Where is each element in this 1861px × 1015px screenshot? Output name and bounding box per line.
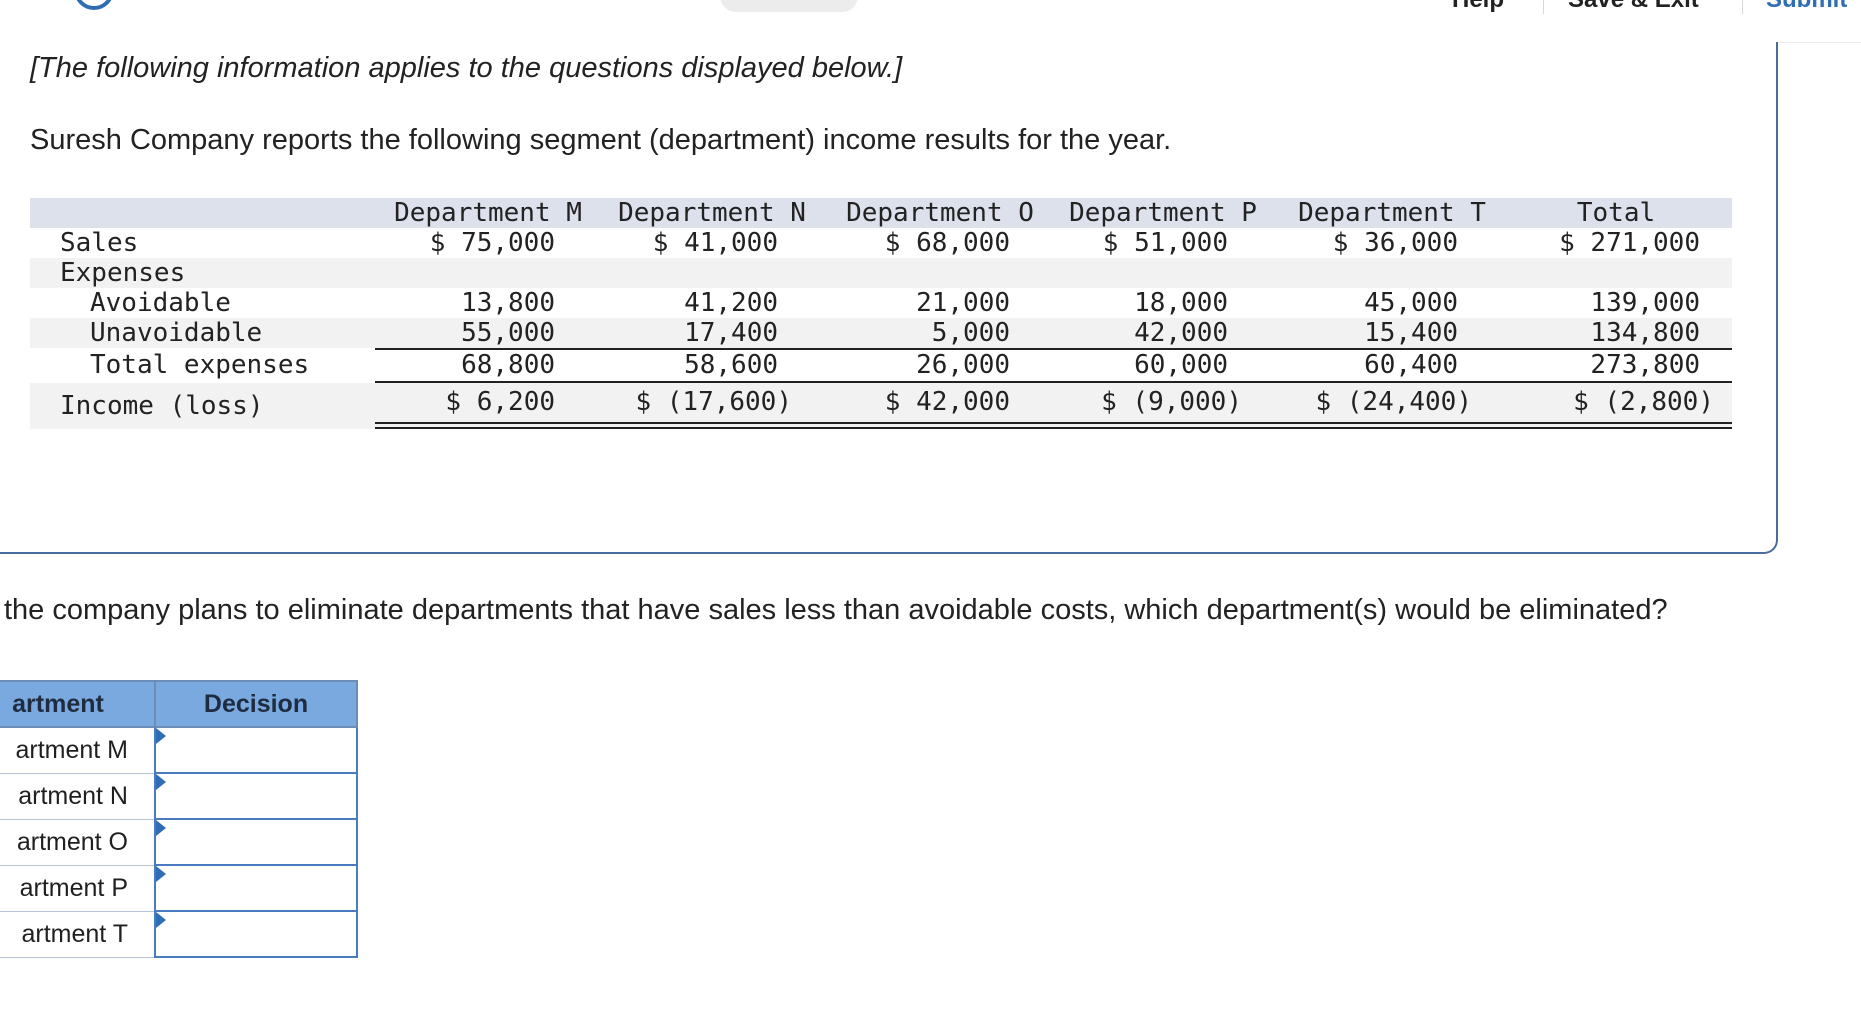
total-expenses-o: 26,000 (916, 350, 1010, 380)
unavoidable-total: 134,800 (1590, 318, 1700, 348)
department-n-label: artment N (0, 772, 156, 820)
income-t: $ (24,400) (1315, 387, 1472, 417)
department-p-label: artment P (0, 864, 156, 912)
total-expenses-p: 60,000 (1134, 350, 1228, 380)
submit-button[interactable]: Submit (1766, 0, 1847, 14)
income-double-rule-top (375, 422, 1732, 424)
info-intro: Suresh Company reports the following seg… (30, 124, 1172, 156)
dropdown-indicator-icon (156, 774, 166, 790)
row-label-total-expenses: Total expenses (90, 350, 310, 380)
decision-select-n[interactable] (154, 772, 358, 820)
top-toolbar: Help Save & Exit Submit (0, 0, 1861, 43)
row-label-avoidable: Avoidable (90, 288, 231, 318)
sales-p: $ 51,000 (1102, 228, 1228, 258)
answer-grid: artment Decision artment M artment N art… (0, 680, 358, 958)
avoidable-n: 41,200 (684, 288, 778, 318)
avoidable-m: 13,800 (461, 288, 555, 318)
avoidable-t: 45,000 (1364, 288, 1458, 318)
question-text: the company plans to eliminate departmen… (4, 594, 1668, 626)
progress-pill[interactable] (720, 0, 858, 12)
income-n: $ (17,600) (635, 387, 792, 417)
unavoidable-t: 15,400 (1364, 318, 1458, 348)
sales-o: $ 68,000 (884, 228, 1010, 258)
total-expenses-m: 68,800 (461, 350, 555, 380)
row-label-unavoidable: Unavoidable (90, 318, 263, 348)
decision-select-o[interactable] (154, 818, 358, 866)
dropdown-indicator-icon (156, 866, 166, 882)
unavoidable-m: 55,000 (461, 318, 555, 348)
table-row: artment T (0, 910, 358, 958)
info-note: [The following information applies to th… (30, 52, 903, 84)
income-p: $ (9,000) (1101, 387, 1242, 417)
income-total: $ (2,800) (1573, 387, 1714, 417)
header-department-n: Department N (618, 198, 806, 228)
table-row: artment M (0, 726, 358, 774)
income-double-rule-bottom (375, 427, 1732, 429)
avoidable-o: 21,000 (916, 288, 1010, 318)
unavoidable-p: 42,000 (1134, 318, 1228, 348)
save-exit-button[interactable]: Save & Exit (1568, 0, 1699, 14)
header-department-o: Department O (846, 198, 1034, 228)
row-label-income: Income (loss) (60, 391, 264, 421)
header-total: Total (1576, 198, 1656, 228)
column-header-department: artment (0, 680, 156, 728)
decision-select-m[interactable] (154, 726, 358, 774)
department-t-label: artment T (0, 910, 156, 958)
decision-select-t[interactable] (154, 910, 358, 958)
department-o-label: artment O (0, 818, 156, 866)
unavoidable-o: 5,000 (931, 318, 1010, 348)
total-expenses-total: 273,800 (1590, 350, 1700, 380)
header-department-t: Department T (1298, 198, 1486, 228)
table-row: artment P (0, 864, 358, 912)
header-department-m: Department M (394, 198, 582, 228)
total-expenses-n: 58,600 (684, 350, 778, 380)
income-m: $ 6,200 (445, 387, 555, 417)
decision-select-p[interactable] (154, 864, 358, 912)
dropdown-indicator-icon (156, 820, 166, 836)
info-icon[interactable] (74, 0, 114, 10)
toolbar-divider (1742, 0, 1743, 14)
avoidable-total: 139,000 (1590, 288, 1700, 318)
row-label-expenses: Expenses (60, 258, 186, 288)
table-row: artment O (0, 818, 358, 866)
expenses-row-band (30, 258, 1732, 288)
unavoidable-n: 17,400 (684, 318, 778, 348)
sales-m: $ 75,000 (429, 228, 555, 258)
row-label-sales: Sales (60, 228, 139, 258)
dropdown-indicator-icon (156, 728, 166, 744)
table-row: artment N (0, 772, 358, 820)
sales-total: $ 271,000 (1559, 228, 1700, 258)
toolbar-divider (1543, 0, 1544, 14)
total-expenses-t: 60,400 (1364, 350, 1458, 380)
income-o: $ 42,000 (884, 387, 1010, 417)
sales-n: $ 41,000 (652, 228, 778, 258)
help-button[interactable]: Help (1452, 0, 1504, 14)
header-department-p: Department P (1069, 198, 1257, 228)
dropdown-indicator-icon (156, 912, 166, 928)
column-header-decision: Decision (154, 680, 358, 728)
sales-t: $ 36,000 (1332, 228, 1458, 258)
avoidable-p: 18,000 (1134, 288, 1228, 318)
department-m-label: artment M (0, 726, 156, 774)
